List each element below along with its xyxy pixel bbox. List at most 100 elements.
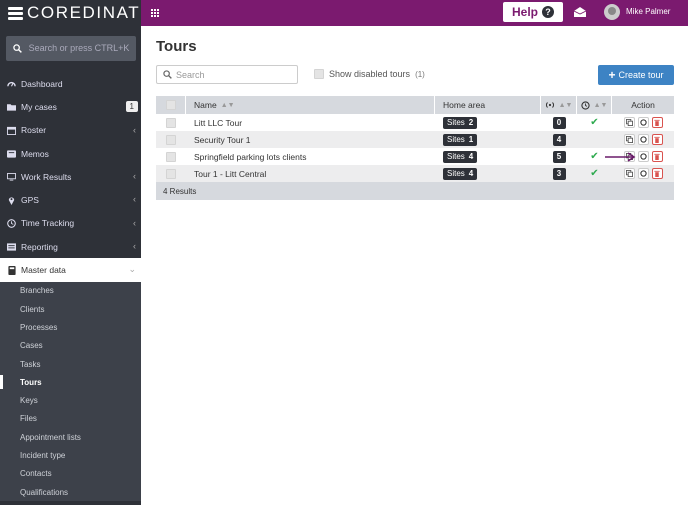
sites-badge[interactable]: Sites 4 xyxy=(443,150,478,163)
sidebar-item-label: Memos xyxy=(21,148,49,159)
help-button[interactable]: Help ? xyxy=(503,2,563,22)
circle-icon xyxy=(639,153,647,160)
sites-count: 4 xyxy=(468,152,474,161)
delete-button[interactable] xyxy=(651,151,663,162)
show-disabled-toggle[interactable]: Show disabled tours (1) xyxy=(314,69,425,79)
toggle-button[interactable] xyxy=(637,117,649,128)
tour-search-input[interactable] xyxy=(176,69,286,80)
top-nav: Help ? Mike Palmer xyxy=(141,0,688,26)
avatar[interactable] xyxy=(604,4,620,20)
row-checkbox[interactable] xyxy=(166,117,176,128)
user-name[interactable]: Mike Palmer xyxy=(626,7,670,16)
circle-icon xyxy=(639,170,647,177)
toggle-button[interactable] xyxy=(637,168,649,179)
count-badge: 0 xyxy=(552,116,566,129)
brand[interactable]: COREDINATE xyxy=(0,0,152,26)
row-checkbox[interactable] xyxy=(166,151,176,162)
submenu-item-tours[interactable]: Tours xyxy=(0,373,141,391)
delete-button[interactable] xyxy=(651,168,663,179)
trash-icon xyxy=(654,119,660,126)
mail-icon[interactable] xyxy=(574,7,586,17)
search-icon xyxy=(163,70,172,79)
table-row[interactable]: Springfield parking lots clients Sites 4 … xyxy=(156,148,674,165)
tour-name[interactable]: Security Tour 1 xyxy=(186,135,435,145)
delete-button[interactable] xyxy=(651,117,663,128)
sidebar-item-my-cases[interactable]: My cases 1 xyxy=(0,95,141,118)
book-icon xyxy=(7,265,16,275)
column-name[interactable]: Name ▲▼ xyxy=(186,96,435,114)
column-broadcast[interactable]: ▲▼ xyxy=(541,96,577,114)
chevron-left-icon: ‹ xyxy=(133,217,136,228)
tours-table: Name ▲▼ Home area ▲▼ ▲▼ Action Litt LLC … xyxy=(156,96,674,200)
submenu-item-branches[interactable]: Branches xyxy=(0,282,141,300)
sidebar-item-time-tracking[interactable]: Time Tracking ‹ xyxy=(0,212,141,235)
delete-button[interactable] xyxy=(651,134,663,145)
submenu-item-keys[interactable]: Keys xyxy=(0,391,141,409)
submenu-item-contacts[interactable]: Contacts xyxy=(0,465,141,483)
apps-grid-icon[interactable] xyxy=(151,9,159,17)
copy-button[interactable] xyxy=(623,168,635,179)
sort-icon: ▲▼ xyxy=(220,101,235,109)
sites-badge[interactable]: Sites 2 xyxy=(443,116,478,129)
memo-icon xyxy=(7,149,16,158)
show-disabled-checkbox[interactable] xyxy=(314,69,324,79)
submenu-item-processes[interactable]: Processes xyxy=(0,318,141,336)
tour-name[interactable]: Litt LLC Tour xyxy=(186,118,435,128)
sidebar-item-gps[interactable]: GPS ‹ xyxy=(0,188,141,211)
submenu-item-incident-type[interactable]: Incident type xyxy=(0,446,141,464)
tour-name[interactable]: Springfield parking lots clients xyxy=(186,152,435,162)
table-header: Name ▲▼ Home area ▲▼ ▲▼ Action xyxy=(156,96,674,114)
chevron-left-icon: ‹ xyxy=(133,171,136,182)
sidebar-item-work-results[interactable]: Work Results ‹ xyxy=(0,165,141,188)
submenu-item-clients[interactable]: Clients xyxy=(0,300,141,318)
submenu-item-files[interactable]: Files xyxy=(0,410,141,428)
copy-button[interactable] xyxy=(623,134,635,145)
select-all-cell xyxy=(156,96,186,114)
sidebar-item-memos[interactable]: Memos xyxy=(0,142,141,165)
submenu-item-qualifications[interactable]: Qualifications xyxy=(0,483,141,501)
table-row[interactable]: Tour 1 - Litt Central Sites 4 3 ✔ xyxy=(156,165,674,182)
sidebar-nav: Dashboard My cases 1 Roster ‹ Memos Work… xyxy=(0,72,141,502)
plus-icon: + xyxy=(608,68,616,82)
toggle-button[interactable] xyxy=(637,151,649,162)
brand-logo-icon xyxy=(8,6,23,20)
search-icon xyxy=(13,44,22,53)
results-count: 4 Results xyxy=(163,186,197,196)
sites-count: 4 xyxy=(468,169,474,178)
row-checkbox[interactable] xyxy=(166,134,176,145)
sidebar-item-label: Roster xyxy=(21,125,47,136)
sidebar-item-dashboard[interactable]: Dashboard xyxy=(0,72,141,95)
monitor-icon xyxy=(7,172,16,181)
column-status[interactable]: ▲▼ xyxy=(577,96,612,114)
select-all-checkbox[interactable] xyxy=(165,100,176,110)
submenu-item-appointment-lists[interactable]: Appointment lists xyxy=(0,428,141,446)
copy-icon xyxy=(625,170,633,177)
sites-badge[interactable]: Sites 1 xyxy=(443,133,478,146)
check-icon: ✔ xyxy=(590,151,599,162)
dashboard-icon xyxy=(7,79,16,88)
trash-icon xyxy=(654,153,660,160)
submenu-item-tasks[interactable]: Tasks xyxy=(0,355,141,373)
copy-button[interactable] xyxy=(623,117,635,128)
top-bar: COREDINATE Help ? Mike Palmer xyxy=(0,0,688,26)
tour-name[interactable]: Tour 1 - Litt Central xyxy=(186,169,435,179)
copy-icon xyxy=(625,136,633,143)
sidebar-item-roster[interactable]: Roster ‹ xyxy=(0,119,141,142)
sidebar-item-master-data[interactable]: Master data ⌄ xyxy=(0,258,141,282)
submenu-item-cases[interactable]: Cases xyxy=(0,337,141,355)
toggle-button[interactable] xyxy=(637,134,649,145)
column-home-area[interactable]: Home area xyxy=(435,96,541,114)
clock-icon xyxy=(580,100,590,110)
sites-label: Sites xyxy=(447,135,465,144)
row-checkbox[interactable] xyxy=(166,168,176,179)
sidebar-search[interactable]: Search or press CTRL+K xyxy=(6,36,136,61)
table-row[interactable]: Litt LLC Tour Sites 2 0 ✔ xyxy=(156,114,674,131)
sites-badge[interactable]: Sites 4 xyxy=(443,167,478,180)
tour-search[interactable] xyxy=(156,65,298,84)
table-row[interactable]: Security Tour 1 Sites 1 4 xyxy=(156,131,674,148)
sidebar-item-label: Reporting xyxy=(21,241,58,252)
create-tour-button[interactable]: + Create tour xyxy=(598,65,674,85)
circle-icon xyxy=(639,136,647,143)
sidebar-item-reporting[interactable]: Reporting ‹ xyxy=(0,235,141,258)
sites-label: Sites xyxy=(447,118,465,127)
